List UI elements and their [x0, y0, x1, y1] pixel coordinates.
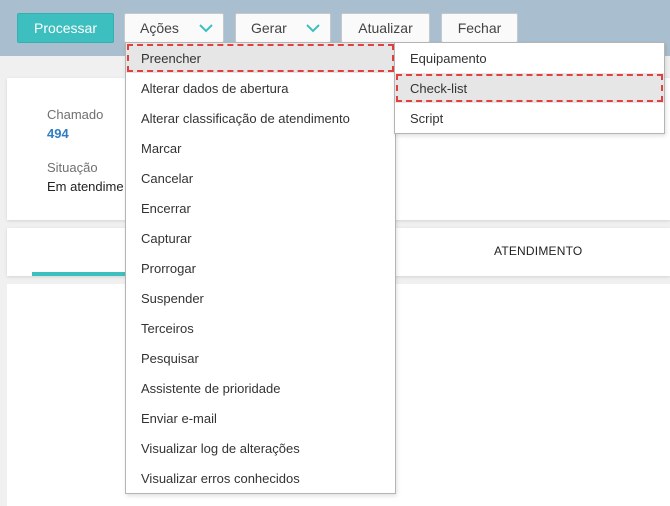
menu-item-suspender[interactable]: Suspender	[126, 283, 395, 313]
menu-item-capturar[interactable]: Capturar	[126, 223, 395, 253]
submenu-item-equipamento[interactable]: Equipamento	[395, 43, 664, 73]
menu-item-pesquisar[interactable]: Pesquisar	[126, 343, 395, 373]
chevron-down-icon	[199, 24, 213, 33]
tab-atendimento[interactable]: ATENDIMENTO	[494, 244, 582, 258]
submenu-item-script[interactable]: Script	[395, 103, 664, 133]
preencher-submenu: Equipamento Check-list Script	[394, 42, 665, 134]
chevron-down-icon	[306, 24, 320, 33]
menu-item-enviar-email[interactable]: Enviar e-mail	[126, 403, 395, 433]
menu-item-prorrogar[interactable]: Prorrogar	[126, 253, 395, 283]
processar-button[interactable]: Processar	[17, 13, 114, 43]
menu-item-alterar-classificacao[interactable]: Alterar classificação de atendimento	[126, 103, 395, 133]
menu-item-visualizar-log[interactable]: Visualizar log de alterações	[126, 433, 395, 463]
menu-item-marcar[interactable]: Marcar	[126, 133, 395, 163]
fechar-button[interactable]: Fechar	[441, 13, 518, 43]
chamado-number-link[interactable]: 494	[47, 126, 69, 141]
gerar-dropdown-button[interactable]: Gerar	[235, 13, 331, 43]
menu-item-terceiros[interactable]: Terceiros	[126, 313, 395, 343]
menu-item-assistente-de-prioridade[interactable]: Assistente de prioridade	[126, 373, 395, 403]
atualizar-button[interactable]: Atualizar	[341, 13, 430, 43]
submenu-item-check-list[interactable]: Check-list	[395, 73, 664, 103]
chamado-label: Chamado	[47, 107, 104, 122]
menu-item-encerrar[interactable]: Encerrar	[126, 193, 395, 223]
menu-item-alterar-dados-de-abertura[interactable]: Alterar dados de abertura	[126, 73, 395, 103]
active-tab-indicator	[32, 272, 132, 276]
situacao-label: Situação	[47, 160, 98, 175]
menu-item-cancelar[interactable]: Cancelar	[126, 163, 395, 193]
acoes-dropdown-button[interactable]: Ações	[124, 13, 224, 43]
acoes-dropdown-menu: Preencher Alterar dados de abertura Alte…	[125, 42, 396, 494]
acoes-label: Ações	[140, 20, 179, 36]
menu-item-visualizar-erros[interactable]: Visualizar erros conhecidos	[126, 463, 395, 493]
situacao-value: Em atendime	[47, 179, 124, 194]
menu-item-preencher[interactable]: Preencher	[126, 43, 395, 73]
gerar-label: Gerar	[251, 20, 287, 36]
